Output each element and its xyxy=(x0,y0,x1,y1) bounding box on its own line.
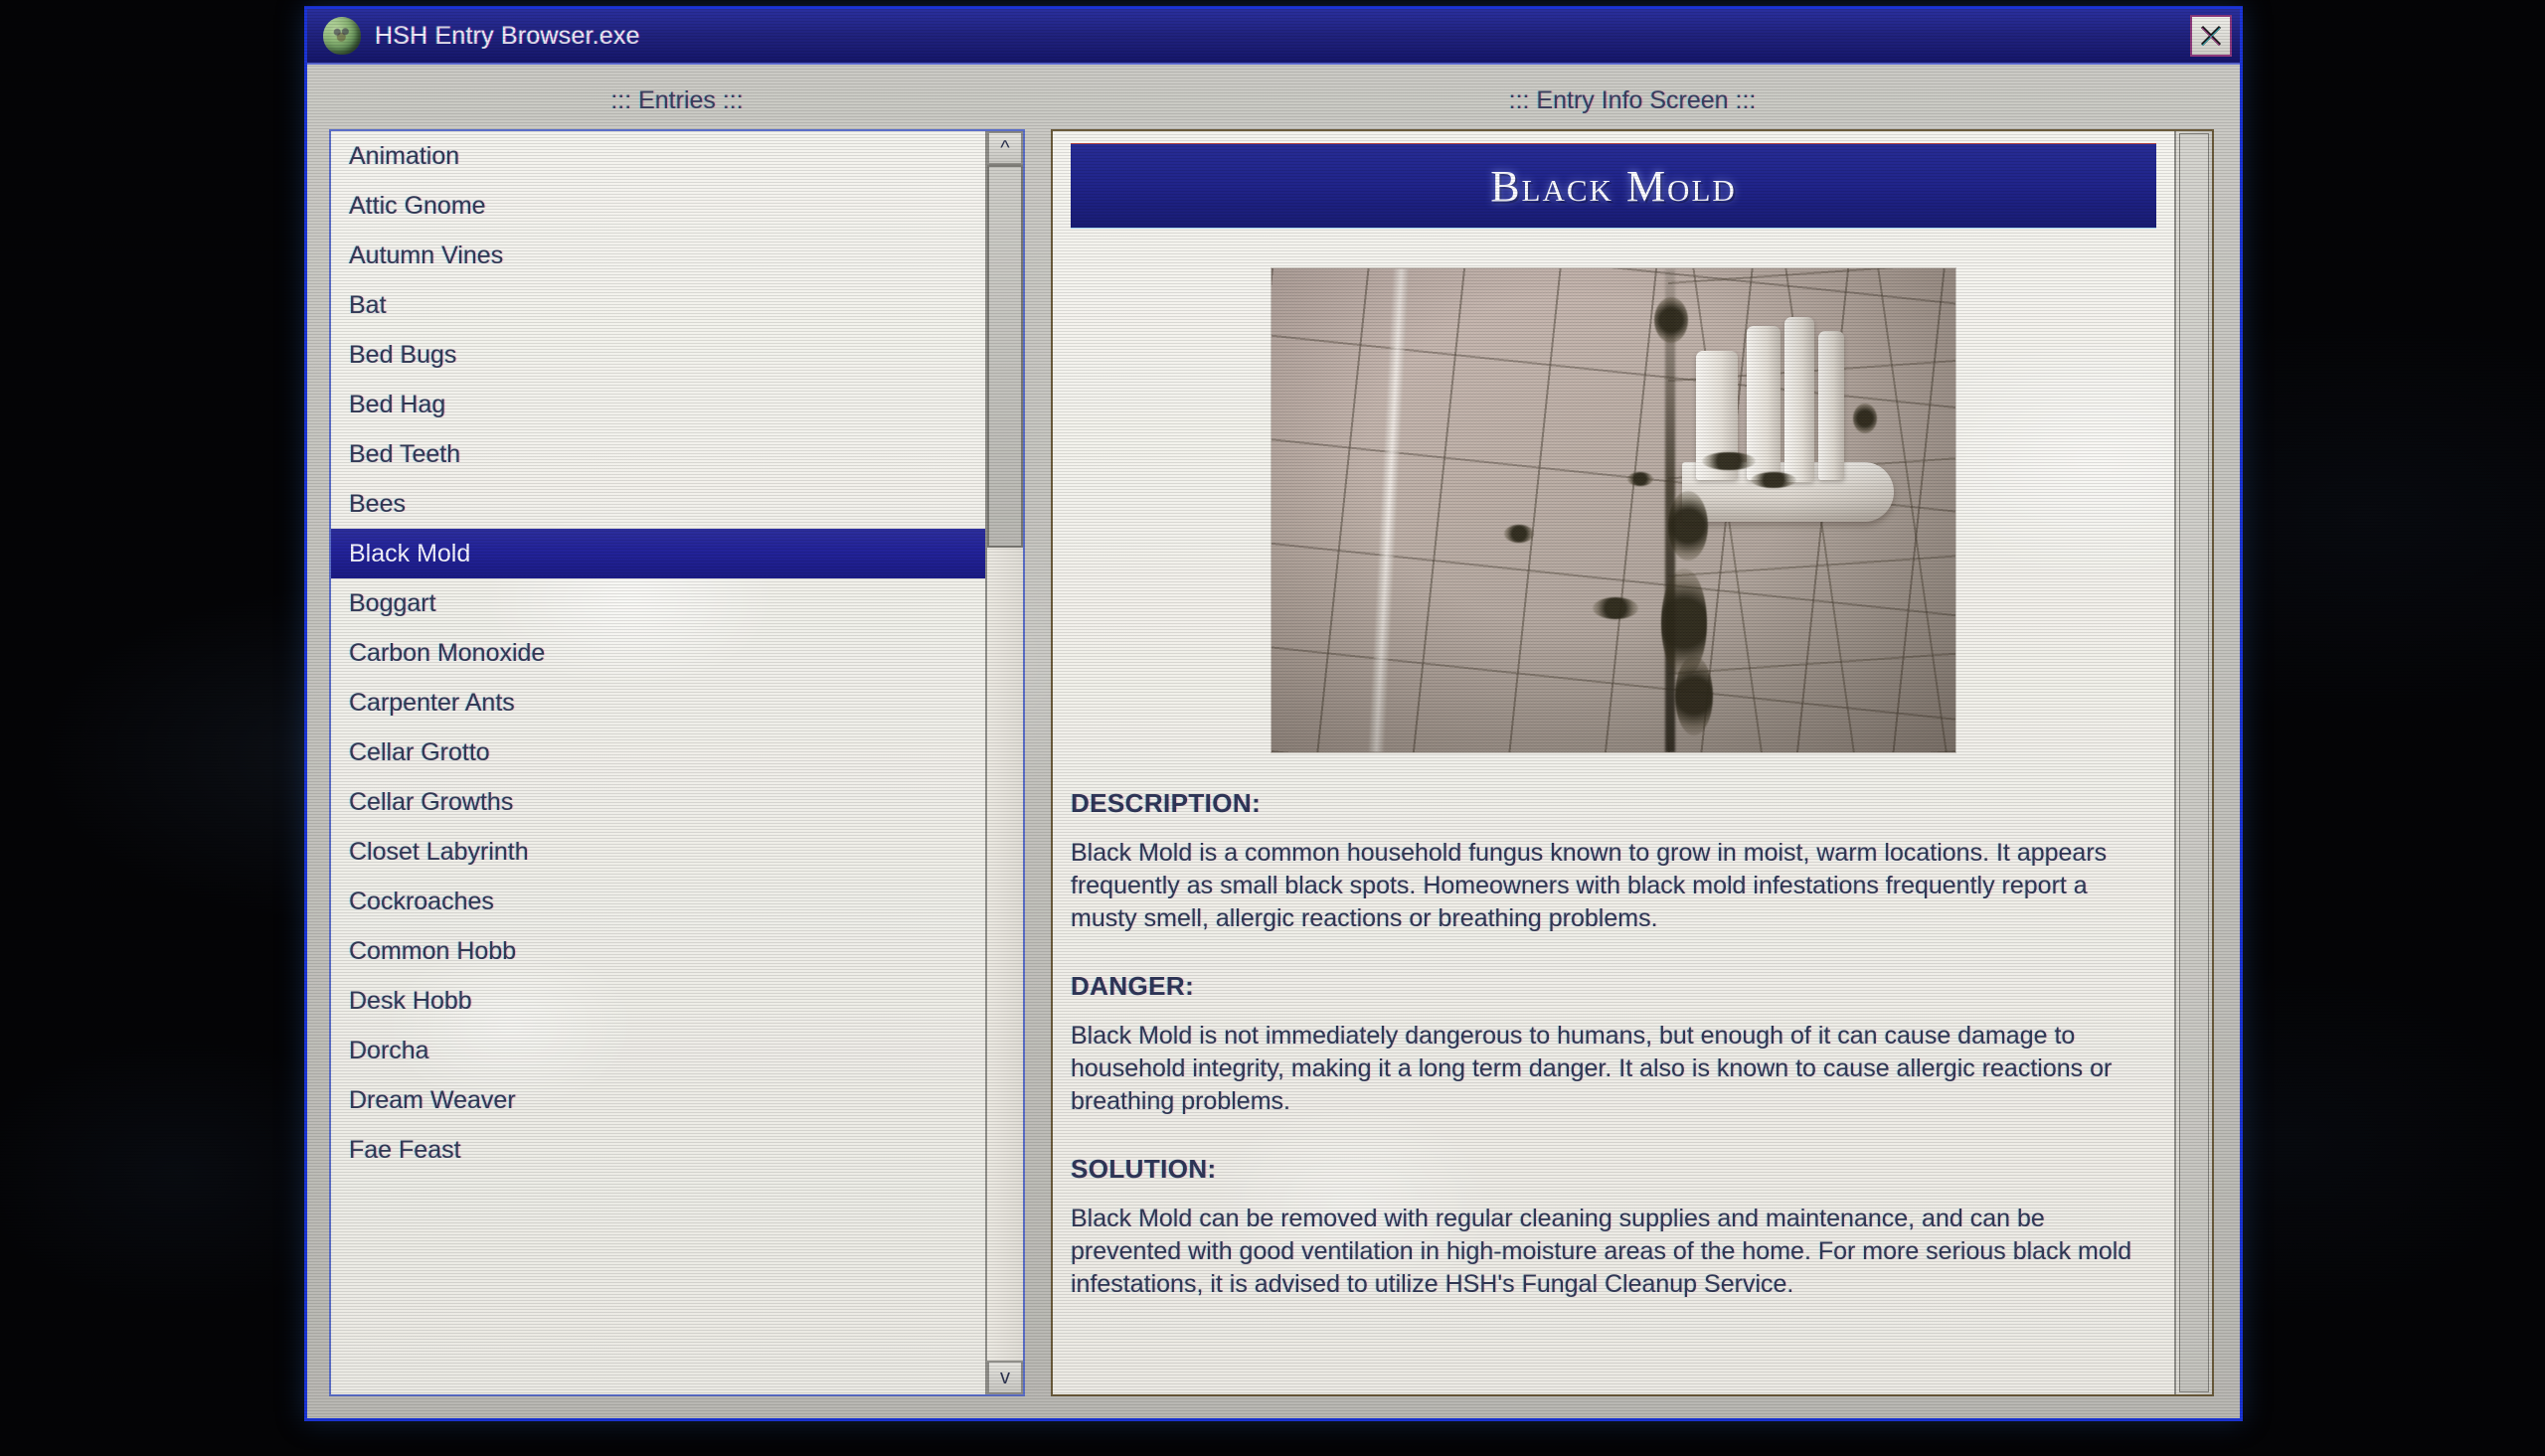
entry-list-item[interactable]: Attic Gnome xyxy=(331,181,985,231)
entry-photo xyxy=(1272,268,1955,752)
entry-title-banner: Black Mold xyxy=(1071,143,2156,229)
window-title: HSH Entry Browser.exe xyxy=(375,21,640,50)
application-window: HSH Entry Browser.exe ::: Entries ::: An… xyxy=(304,6,2243,1421)
entry-list-item[interactable]: Carpenter Ants xyxy=(331,678,985,728)
entry-list-item[interactable]: Fae Feast xyxy=(331,1125,985,1175)
entries-heading: ::: Entries ::: xyxy=(610,86,744,114)
entry-list-item[interactable]: Bees xyxy=(331,479,985,529)
entry-list-item[interactable]: Bed Teeth xyxy=(331,429,985,479)
info-scrollbar[interactable] xyxy=(2174,131,2212,1394)
entry-sections: DESCRIPTION: Black Mold is a common house… xyxy=(1071,788,2156,1301)
window-body: ::: Entries ::: Animation Attic Gnome Autu… xyxy=(307,65,2240,1418)
entry-info-frame: Black Mold DESCRIPTION: Black Mold is a … xyxy=(1051,129,2214,1396)
entry-list-item[interactable]: Black Mold xyxy=(331,529,985,578)
entries-scrollbar[interactable]: ^ v xyxy=(985,131,1023,1394)
entry-list-item[interactable]: Autumn Vines xyxy=(331,231,985,280)
entry-list-item[interactable]: Boggart xyxy=(331,578,985,628)
entry-list-item[interactable]: Common Hobb xyxy=(331,926,985,976)
skull-head-icon xyxy=(323,17,361,55)
entry-list-item[interactable]: Dream Weaver xyxy=(331,1075,985,1125)
entry-list-item[interactable]: Cellar Growths xyxy=(331,777,985,827)
section-body: Black Mold is a common household fungus … xyxy=(1071,839,2108,932)
scroll-up-button[interactable]: ^ xyxy=(987,131,1023,165)
section-heading: DANGER: xyxy=(1071,971,1195,1001)
entry-list-item[interactable]: Desk Hobb xyxy=(331,976,985,1026)
close-icon xyxy=(2200,25,2222,47)
entries-panel: ::: Entries ::: Animation Attic Gnome Autu… xyxy=(329,79,1025,1396)
entries-list[interactable]: Animation Attic Gnome Autumn Vines Bat Bed B… xyxy=(331,131,985,1394)
entries-list-frame: Animation Attic Gnome Autumn Vines Bat Bed B… xyxy=(329,129,1025,1396)
title-bar: HSH Entry Browser.exe xyxy=(307,9,2240,65)
entry-list-item[interactable]: Bat xyxy=(331,280,985,330)
section-heading: SOLUTION: xyxy=(1071,1154,1217,1184)
entry-title: Black Mold xyxy=(1490,161,1737,211)
entry-list-item[interactable]: Dorcha xyxy=(331,1026,985,1075)
photo-vignette xyxy=(1272,268,1955,752)
entry-info-panel: ::: Entry Info Screen ::: Black Mold DES… xyxy=(1051,79,2214,1396)
entry-list-item[interactable]: Cellar Grotto xyxy=(331,728,985,777)
entry-list-item[interactable]: Bed Bugs xyxy=(331,330,985,380)
section-heading: DESCRIPTION: xyxy=(1071,788,1262,818)
entry-list-item[interactable]: Cockroaches xyxy=(331,877,985,926)
close-button[interactable] xyxy=(2190,15,2232,57)
info-heading: ::: Entry Info Screen ::: xyxy=(1508,86,1757,114)
section-body: Black Mold can be removed with regular c… xyxy=(1071,1205,2132,1298)
section-body: Black Mold is not immediately dangerous … xyxy=(1071,1022,2113,1115)
entry-list-item[interactable]: Closet Labyrinth xyxy=(331,827,985,877)
entry-info-content: Black Mold DESCRIPTION: Black Mold is a … xyxy=(1053,131,2174,1394)
desktop-background: HSH Entry Browser.exe ::: Entries ::: An… xyxy=(0,0,2545,1456)
entries-scroll-track[interactable] xyxy=(987,165,1023,1361)
entries-scroll-thumb[interactable] xyxy=(987,165,1023,548)
info-scroll-thumb[interactable] xyxy=(2179,133,2209,1392)
entry-list-item[interactable]: Animation xyxy=(331,131,985,181)
entry-list-item[interactable]: Bed Hag xyxy=(331,380,985,429)
scroll-down-button[interactable]: v xyxy=(987,1361,1023,1394)
entry-list-item[interactable]: Carbon Monoxide xyxy=(331,628,985,678)
